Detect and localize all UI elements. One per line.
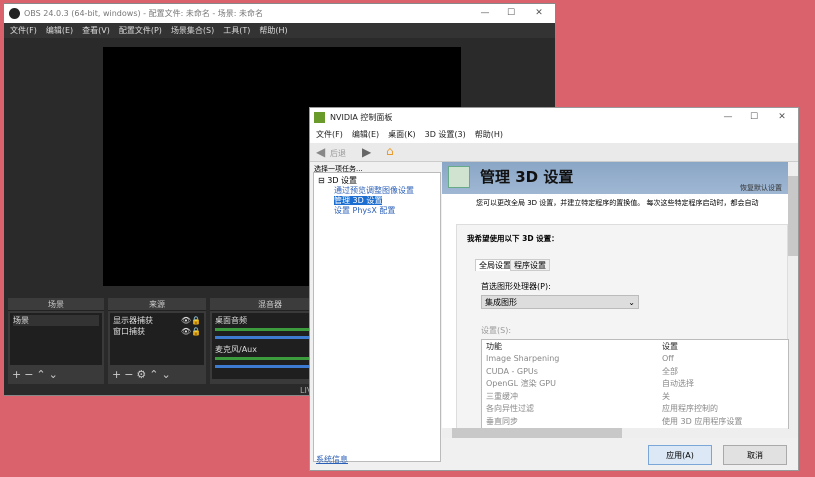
obs-menu: 文件(F) 编辑(E) 查看(V) 配置文件(P) 场景集合(S) 工具(T) 帮助(H) — [4, 23, 555, 38]
maximize-button[interactable]: ☐ — [499, 4, 523, 23]
task-tree: ⊟ 3D 设置 通过预览调整图像设置 管理 3D 设置 设置 PhysX 配置 — [313, 172, 441, 462]
forward-icon[interactable]: ▶ — [362, 145, 371, 159]
scenes-header: 场景 — [8, 298, 104, 311]
setting-value: 应用程序控制的 — [662, 404, 718, 414]
scenes-list: 场景 — [10, 313, 102, 365]
feature-name: CUDA - GPUs — [486, 366, 538, 376]
setting-row[interactable]: 垂直同步 使用 3D 应用程序设置 — [482, 415, 746, 428]
vertical-scrollbar[interactable] — [788, 162, 798, 438]
3d-settings-icon — [448, 166, 470, 188]
menu-profile[interactable]: 配置文件(P) — [119, 26, 162, 35]
settings-label: 设置(S): — [481, 326, 512, 335]
nvidia-menu: 文件(F) 编辑(E) 桌面(K) 3D 设置(3) 帮助(H) — [310, 126, 798, 143]
menu-tools[interactable]: 工具(T) — [223, 26, 250, 35]
restore-defaults-link[interactable]: 恢复默认设置 — [740, 183, 782, 193]
menu-help[interactable]: 帮助(H) — [475, 130, 503, 139]
nvidia-logo-icon — [314, 112, 325, 123]
scenes-dock: 场景 场景 +−⌃⌄ — [8, 298, 104, 384]
setting-value: 关 — [662, 391, 670, 401]
menu-help[interactable]: 帮助(H) — [259, 26, 287, 35]
apply-button[interactable]: 应用(A) — [648, 445, 712, 465]
setting-value: Off — [662, 354, 674, 364]
feature-name: OpenGL 渲染 GPU — [486, 379, 556, 389]
tree-item[interactable]: 通过预览调整图像设置 — [318, 186, 436, 196]
setting-row[interactable]: Image Sharpening Off — [482, 353, 746, 366]
menu-file[interactable]: 文件(F) — [316, 130, 343, 139]
tab-program[interactable]: 程序设置 — [510, 259, 550, 271]
col-feature: 功能 — [486, 341, 502, 351]
tab-global[interactable]: 全局设置 — [475, 259, 515, 271]
setting-row[interactable]: 三重缓冲 关 — [482, 390, 746, 403]
scene-item[interactable]: 场景 — [13, 315, 99, 326]
menu-file[interactable]: 文件(F) — [10, 26, 37, 35]
settings-panel: 我希望使用以下 3D 设置： 全局设置 程序设置 首选图形处理器(P): 集成图… — [456, 224, 789, 434]
sources-dock: 来源 显示器捕获 👁🔒 窗口捕获 👁🔒 +−⚙⌃⌄ — [108, 298, 206, 384]
tree-root[interactable]: ⊟ 3D 设置 — [318, 176, 436, 186]
scene-toolbar[interactable]: +−⌃⌄ — [12, 368, 61, 381]
maximize-button[interactable]: ☐ — [742, 108, 766, 127]
settings-table: 功能 设置 Image Sharpening Off CUDA - GPUs 全部 Ope… — [481, 339, 789, 429]
sources-list: 显示器捕获 👁🔒 窗口捕获 👁🔒 — [110, 313, 204, 365]
tree-item[interactable]: 设置 PhysX 配置 — [318, 206, 436, 216]
menu-desktop[interactable]: 桌面(K) — [388, 130, 416, 139]
horizontal-scrollbar[interactable] — [442, 428, 788, 438]
toolbar: ◀ 后退 ▶ ⌂ — [310, 143, 798, 162]
description: 您可以更改全局 3D 设置，并建立特定程序的置换值。 每次这些特定程序启动时，都… — [476, 199, 759, 207]
gpu-select[interactable]: 集成图形 ⌄ — [481, 295, 639, 309]
nvidia-window: NVIDIA 控制面板 — ☐ ✕ 文件(F) 编辑(E) 桌面(K) 3D 设置(3… — [309, 107, 799, 471]
source-toolbar[interactable]: +−⚙⌃⌄ — [112, 368, 174, 381]
setting-value: 全部 — [662, 366, 678, 376]
setting-row[interactable]: OpenGL 渲染 GPU 自动选择 — [482, 378, 746, 391]
close-button[interactable]: ✕ — [527, 4, 551, 23]
back-icon[interactable]: ◀ — [316, 145, 325, 159]
tree-item-selected[interactable]: 管理 3D 设置 — [334, 196, 383, 205]
home-icon[interactable]: ⌂ — [386, 144, 394, 158]
feature-name: 垂直同步 — [486, 416, 518, 426]
sources-header: 来源 — [108, 298, 206, 311]
menu-3d[interactable]: 3D 设置(3) — [425, 130, 466, 139]
eye-lock-icon[interactable]: 👁🔒 — [181, 326, 201, 337]
page-title: 管理 3D 设置 — [480, 168, 574, 186]
eye-lock-icon[interactable]: 👁🔒 — [181, 315, 201, 326]
setting-value: 使用 3D 应用程序设置 — [662, 416, 743, 426]
setting-row[interactable]: CUDA - GPUs 全部 — [482, 365, 746, 378]
banner: 管理 3D 设置 恢复默认设置 — [442, 162, 788, 194]
feature-name: 各向异性过滤 — [486, 404, 534, 414]
feature-name: Image Sharpening — [486, 354, 560, 364]
setting-row[interactable]: 各向异性过滤 应用程序控制的 — [482, 403, 746, 416]
cancel-button[interactable]: 取消 — [723, 445, 787, 465]
close-button[interactable]: ✕ — [770, 108, 794, 127]
obs-logo-icon — [9, 8, 20, 19]
feature-name: 三重缓冲 — [486, 391, 518, 401]
section-label: 我希望使用以下 3D 设置： — [467, 234, 559, 243]
setting-value: 自动选择 — [662, 379, 694, 389]
source-item[interactable]: 窗口捕获 👁🔒 — [113, 326, 201, 337]
system-info-link[interactable]: 系统信息 — [316, 454, 348, 465]
back-button[interactable]: 后退 — [330, 148, 346, 159]
source-item[interactable]: 显示器捕获 👁🔒 — [113, 315, 201, 326]
menu-edit[interactable]: 编辑(E) — [352, 130, 379, 139]
menu-edit[interactable]: 编辑(E) — [46, 26, 73, 35]
gpu-label: 首选图形处理器(P): — [481, 282, 551, 291]
menu-scene-collection[interactable]: 场景集合(S) — [171, 26, 214, 35]
minimize-button[interactable]: — — [716, 108, 740, 127]
col-setting: 设置 — [662, 341, 678, 351]
menu-view[interactable]: 查看(V) — [82, 26, 110, 35]
content-pane: 管理 3D 设置 恢复默认设置 您可以更改全局 3D 设置，并建立特定程序的置换… — [442, 162, 798, 438]
minimize-button[interactable]: — — [473, 4, 497, 23]
